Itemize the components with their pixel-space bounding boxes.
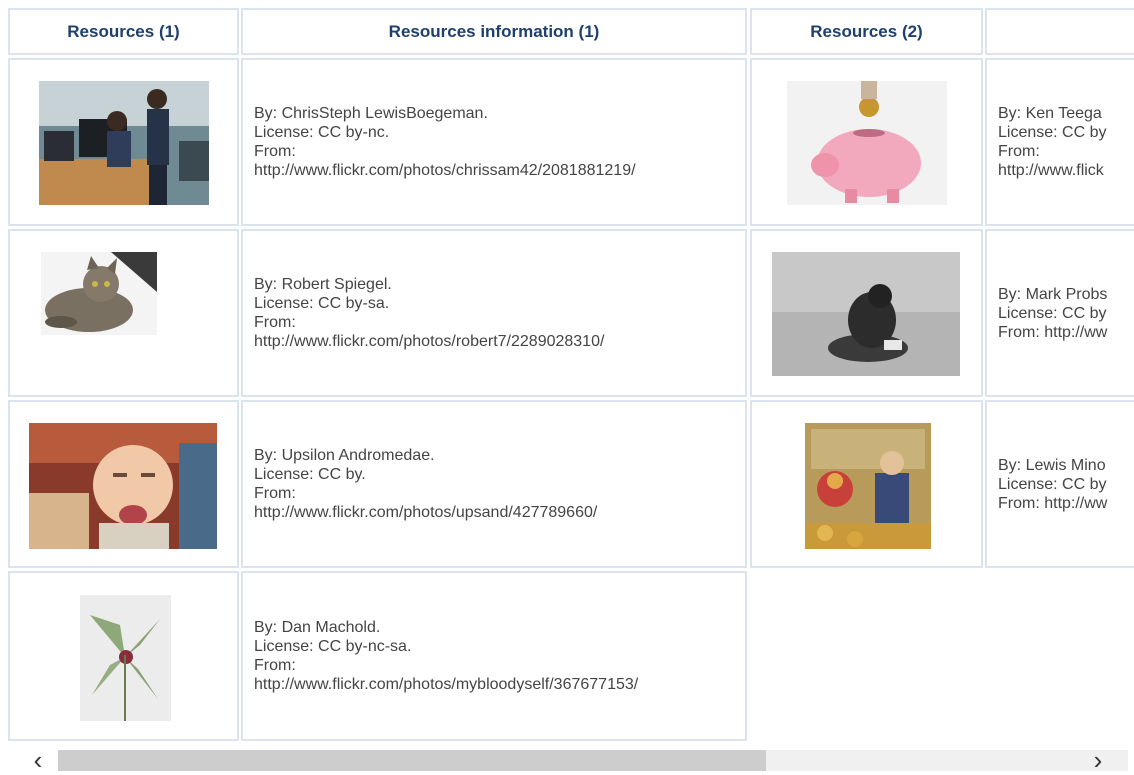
image-cell <box>750 400 983 568</box>
header-resources-1: Resources (1) <box>8 8 239 55</box>
image-cell <box>750 229 983 397</box>
header-resources-2: Resources (2) <box>750 8 983 55</box>
header-label: Resources (1) <box>67 21 180 41</box>
source-url: http://www.flickr.com/photos/mybloodysel… <box>254 676 639 693</box>
scroll-right-arrow-icon[interactable]: › <box>1078 747 1118 773</box>
money-flower-photo <box>80 595 171 721</box>
license-text: License: CC by-nc. <box>254 124 390 141</box>
collage-photo <box>805 423 931 549</box>
license-text: License: CC by. <box>254 466 366 483</box>
author-text: By: Upsilon Andromedae. <box>254 447 435 464</box>
author-text: By: Mark Probs <box>998 285 1108 303</box>
resource-info-cell: By: Lewis Mino License: CC by From: http… <box>985 400 1134 568</box>
from-label: From: <box>254 485 296 502</box>
image-cell <box>8 58 239 226</box>
from-label: From: <box>254 314 296 331</box>
from-label: From: <box>254 657 296 674</box>
author-text: By: Dan Machold. <box>254 619 381 636</box>
from-label: From: http://ww <box>998 494 1108 512</box>
author-text: By: ChrisSteph LewisBoegeman. <box>254 105 488 122</box>
scrollbar-thumb[interactable] <box>58 750 766 771</box>
sad-person-photo <box>772 252 960 376</box>
cat-photo <box>41 252 157 335</box>
license-text: License: CC by-nc-sa. <box>254 638 412 655</box>
image-cell <box>8 229 239 397</box>
author-text: By: Ken Teega <box>998 105 1102 122</box>
resource-info-cell: By: Robert Spiegel. License: CC by-sa. F… <box>241 229 747 397</box>
image-cell <box>8 400 239 568</box>
header-resources-information-1: Resources information (1) <box>241 8 747 55</box>
source-url: http://www.flick <box>998 162 1104 179</box>
license-text: License: CC by-sa. <box>254 295 390 312</box>
header-label: Resources information (1) <box>388 21 600 41</box>
license-text: License: CC by <box>998 304 1107 322</box>
horizontal-scrollbar[interactable]: ‹ › <box>0 747 1134 773</box>
author-text: By: Robert Spiegel. <box>254 276 392 293</box>
crying-baby-photo <box>29 423 217 549</box>
from-label: From: <box>998 143 1040 160</box>
image-cell <box>8 571 239 741</box>
source-url: http://www.flickr.com/photos/robert7/228… <box>254 333 605 350</box>
from-label: From: http://ww <box>998 323 1108 341</box>
resources-table: Resources (1) Resources information (1) … <box>0 0 1134 750</box>
piggy-bank-photo <box>787 81 947 205</box>
license-text: License: CC by <box>998 124 1107 141</box>
header-resources-information-2 <box>985 8 1134 55</box>
source-url: http://www.flickr.com/photos/upsand/4277… <box>254 504 598 521</box>
resource-info-cell: By: ChrisSteph LewisBoegeman. License: C… <box>241 58 747 226</box>
scroll-left-arrow-icon[interactable]: ‹ <box>18 747 58 773</box>
resource-info-cell: By: Upsilon Andromedae. License: CC by. … <box>241 400 747 568</box>
resource-info-cell: By: Dan Machold. License: CC by-nc-sa. F… <box>241 571 747 741</box>
license-text: License: CC by <box>998 475 1107 493</box>
from-label: From: <box>254 143 296 160</box>
image-cell <box>750 58 983 226</box>
resource-info-cell: By: Ken Teega License: CC by From: http:… <box>985 58 1134 226</box>
source-url: http://www.flickr.com/photos/chrissam42/… <box>254 162 636 179</box>
header-label: Resources (2) <box>810 21 923 41</box>
office-photo <box>39 81 209 205</box>
resource-info-cell: By: Mark Probs License: CC by From: http… <box>985 229 1134 397</box>
author-text: By: Lewis Mino <box>998 456 1106 474</box>
